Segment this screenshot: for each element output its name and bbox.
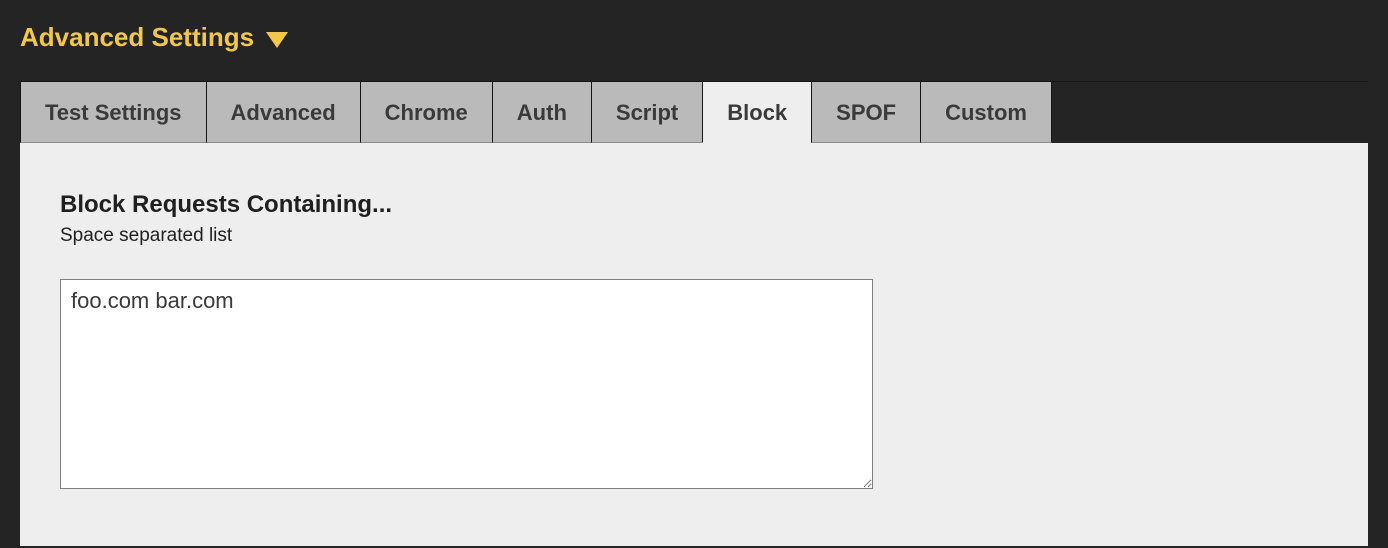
tab-block[interactable]: Block — [702, 82, 812, 143]
panel-heading: Block Requests Containing... — [60, 191, 1328, 219]
tab-advanced[interactable]: Advanced — [206, 82, 361, 143]
chevron-down-icon — [266, 32, 288, 48]
block-domains-textarea[interactable]: foo.com bar.com — [60, 279, 873, 489]
panel-subheading: Space separated list — [60, 225, 1328, 247]
tab-spof[interactable]: SPOF — [811, 82, 921, 143]
tab-custom[interactable]: Custom — [920, 82, 1052, 143]
section-header[interactable]: Advanced Settings — [20, 22, 1368, 53]
section-title: Advanced Settings — [20, 22, 254, 53]
tab-test-settings[interactable]: Test Settings — [20, 82, 207, 143]
tab-chrome[interactable]: Chrome — [360, 82, 493, 143]
tab-auth[interactable]: Auth — [492, 82, 592, 143]
tabs: Test Settings Advanced Chrome Auth Scrip… — [20, 81, 1368, 143]
tab-script[interactable]: Script — [591, 82, 703, 143]
panel-block: Block Requests Containing... Space separ… — [20, 143, 1368, 546]
